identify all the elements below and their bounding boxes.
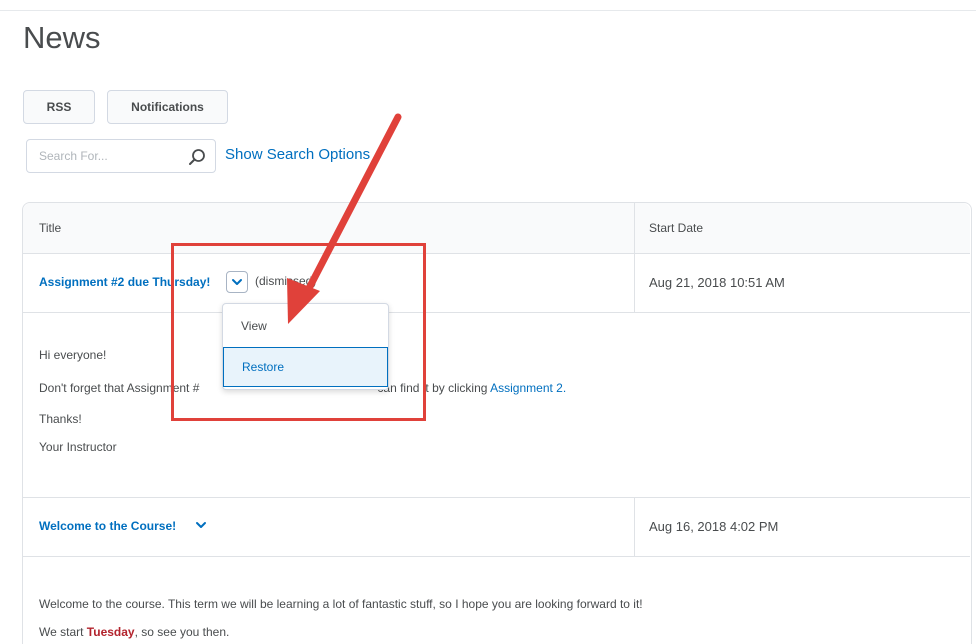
row-divider xyxy=(23,497,970,498)
body-text: Welcome to the course. This term we will… xyxy=(39,597,643,611)
news-table xyxy=(22,202,972,644)
body-text: We start xyxy=(39,625,87,639)
news-item-title[interactable]: Welcome to the Course! xyxy=(39,519,176,533)
body-text: , so see you then. xyxy=(134,625,230,639)
search-input[interactable] xyxy=(37,148,181,164)
body-text-line: We start Tuesday, so see you then. xyxy=(39,625,229,639)
annotation-highlight-box xyxy=(171,243,426,421)
column-header-title: Title xyxy=(39,221,62,235)
search-box xyxy=(26,139,216,173)
rss-button[interactable]: RSS xyxy=(23,90,95,124)
body-text: Thanks! xyxy=(39,412,82,426)
top-divider xyxy=(0,10,976,11)
column-divider xyxy=(634,203,635,312)
assignment-link[interactable]: Assignment 2. xyxy=(490,381,566,395)
body-text: Your Instructor xyxy=(39,440,117,454)
page-title: News xyxy=(23,20,101,55)
column-divider xyxy=(634,497,635,556)
table-header xyxy=(23,203,970,253)
start-date: Aug 21, 2018 10:51 AM xyxy=(649,275,785,290)
body-text: Hi everyone! xyxy=(39,348,107,362)
chevron-down-icon[interactable] xyxy=(195,519,207,531)
notifications-button[interactable]: Notifications xyxy=(107,90,228,124)
header-divider xyxy=(23,253,970,254)
start-date: Aug 16, 2018 4:02 PM xyxy=(649,519,779,534)
column-header-start-date: Start Date xyxy=(649,221,704,235)
row-divider xyxy=(23,312,970,313)
search-icon[interactable] xyxy=(187,147,207,167)
highlight-text: Tuesday xyxy=(86,625,135,639)
row-divider xyxy=(23,556,970,557)
show-search-options-link[interactable]: Show Search Options xyxy=(225,146,370,163)
